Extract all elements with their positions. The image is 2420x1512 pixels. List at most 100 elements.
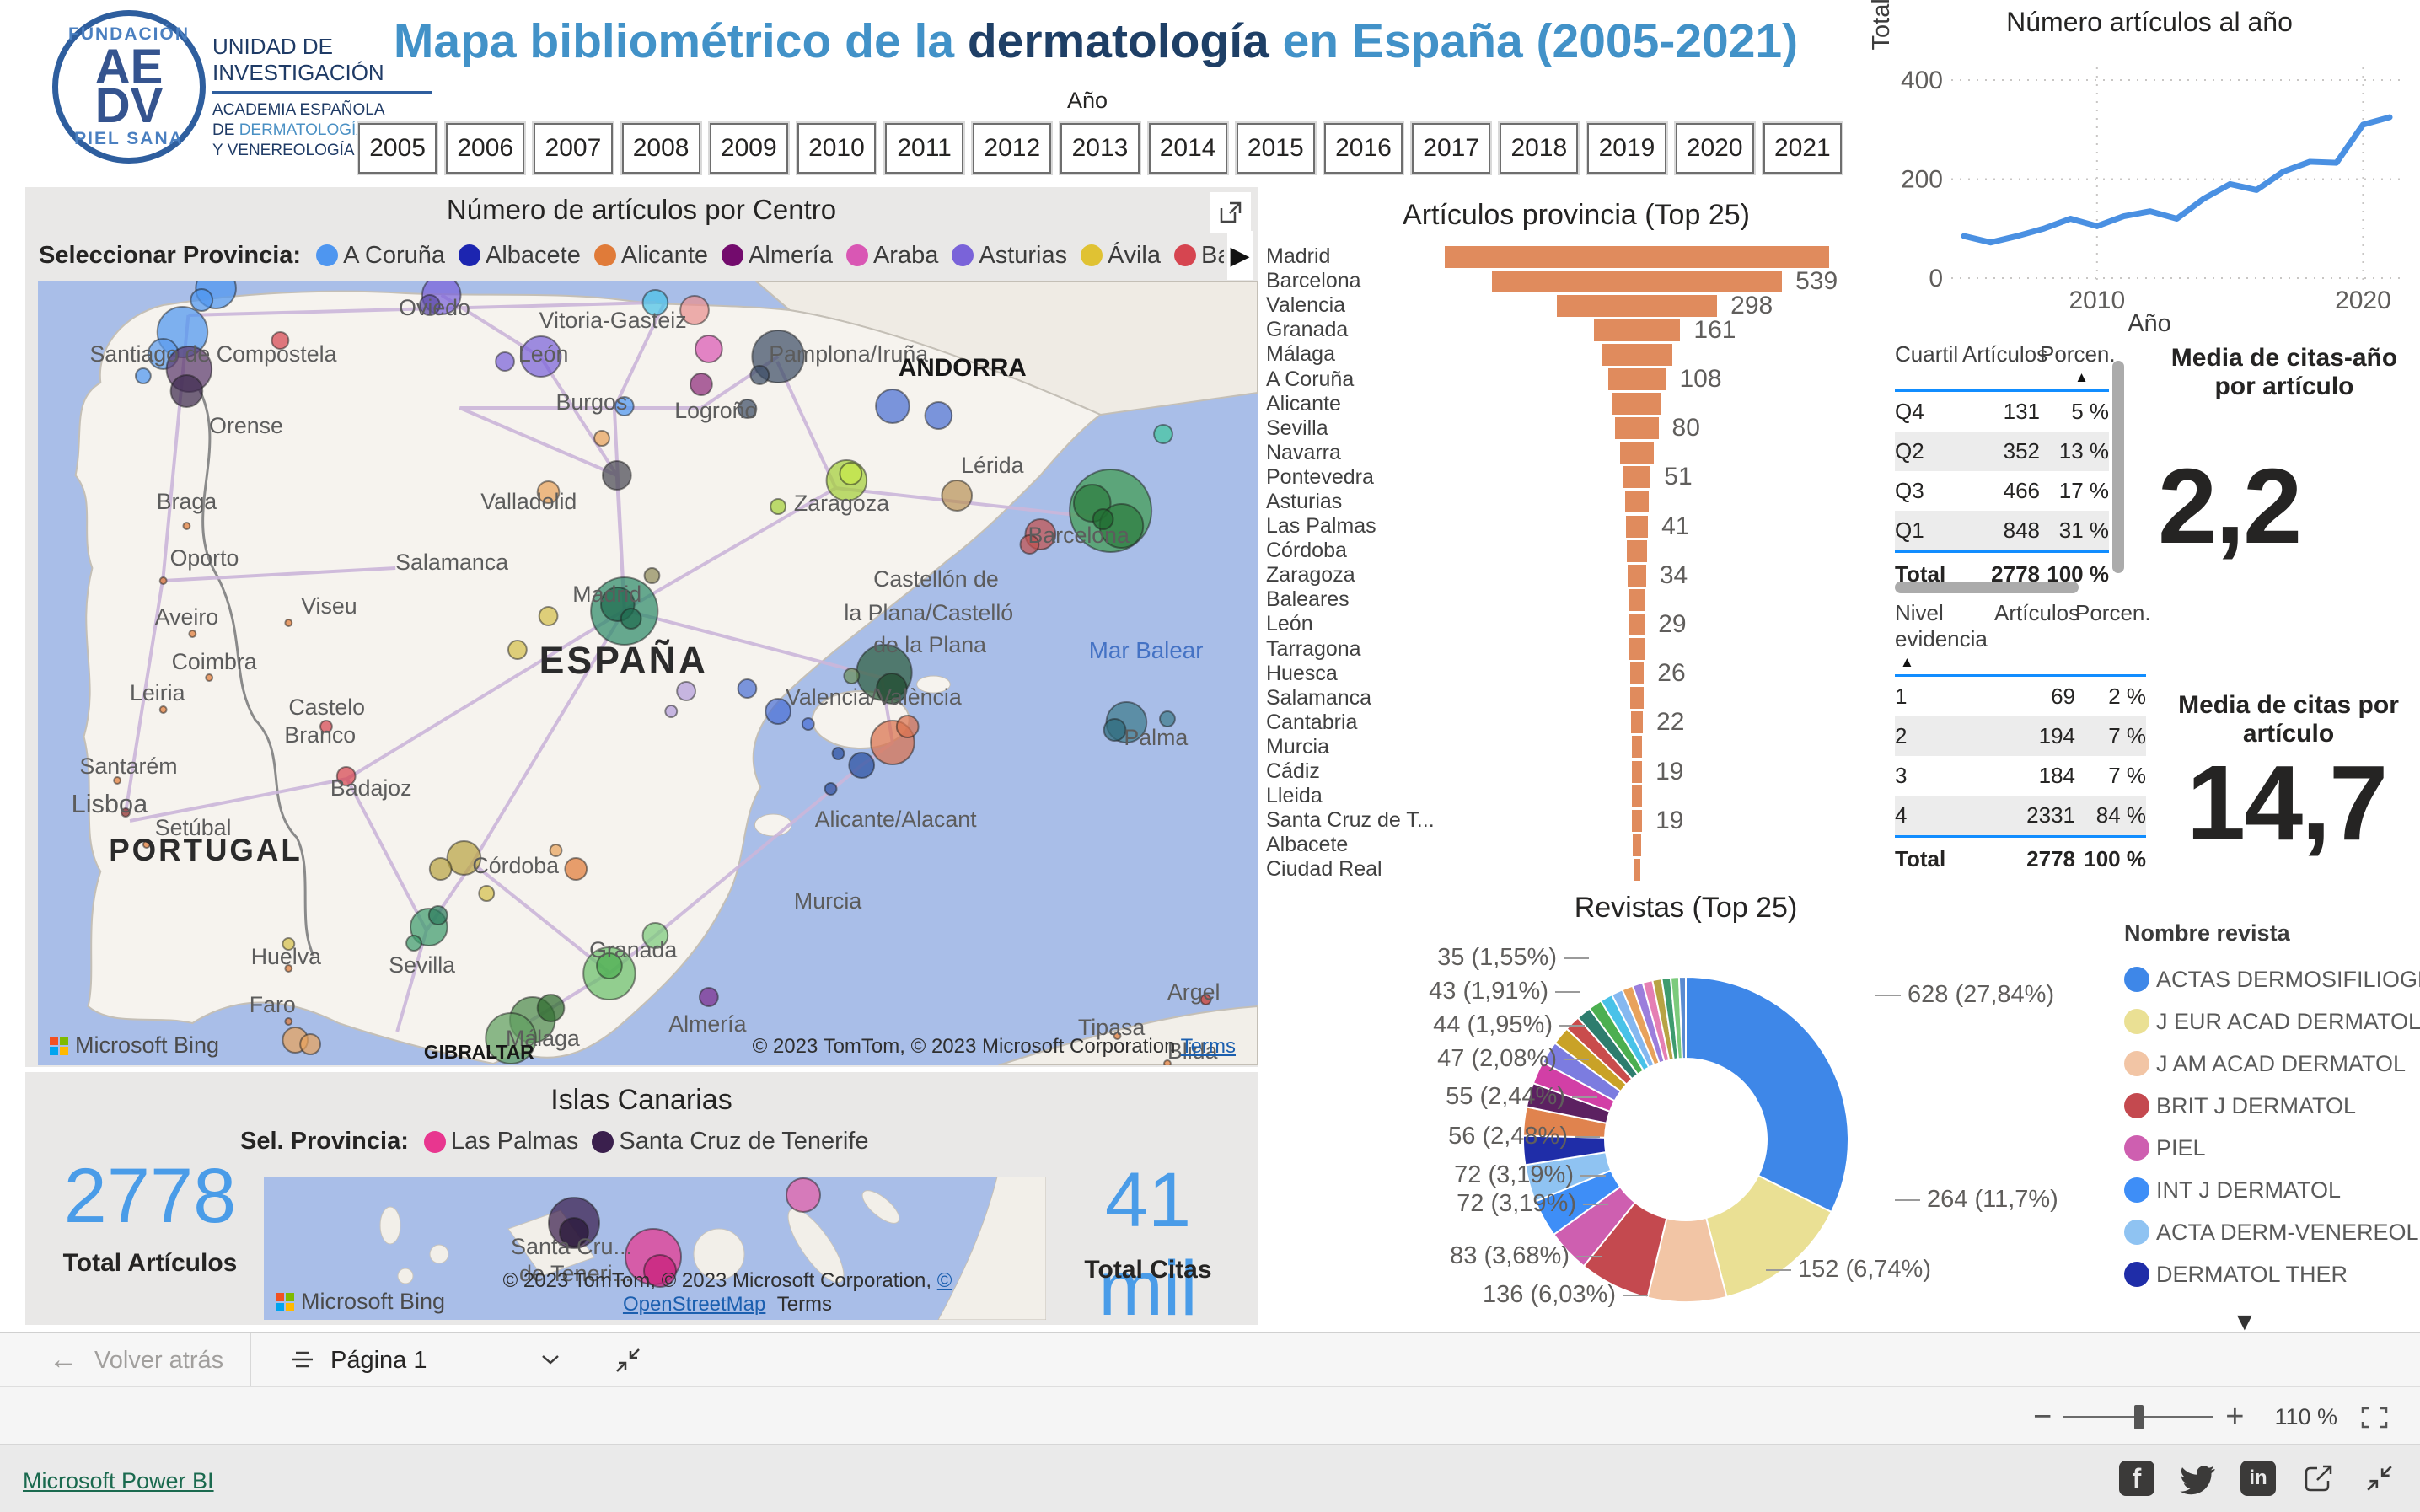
map-bubble[interactable] <box>786 1178 820 1212</box>
province-filter-badajoz[interactable]: Badajoz <box>1174 242 1224 270</box>
map-bubble[interactable] <box>738 679 757 698</box>
zoom-slider[interactable] <box>2063 1416 2213 1418</box>
powerbi-link[interactable]: Microsoft Power BI <box>23 1468 214 1494</box>
funnel-bar[interactable] <box>1630 662 1645 684</box>
map-bubble[interactable] <box>849 753 874 778</box>
slicer-scroll-right-icon[interactable]: ▶ <box>1227 231 1253 280</box>
zoom-slider-thumb[interactable] <box>2134 1405 2144 1429</box>
funnel-bar[interactable] <box>1615 417 1658 439</box>
table-row[interactable]: Q235213 % <box>1895 432 2109 471</box>
legend-item-brit-j-dermatol[interactable]: BRIT J DERMATOL <box>2124 1085 2419 1127</box>
evidence-table-header[interactable]: Nivel evidenciaArtículosPorcen. ▲ <box>1895 600 2146 677</box>
map-bubble[interactable] <box>508 641 527 659</box>
fit-to-page-icon[interactable] <box>2359 1405 2390 1430</box>
table-row[interactable]: 31847 % <box>1895 756 2146 796</box>
map-bubble[interactable] <box>206 674 212 681</box>
funnel-bar[interactable] <box>1629 614 1645 635</box>
back-button[interactable]: Volver atrás <box>94 1347 223 1375</box>
funnel-bar[interactable] <box>1612 393 1662 415</box>
funnel-bar[interactable] <box>1626 516 1648 538</box>
map-bubble[interactable] <box>171 375 203 407</box>
map-bubble[interactable] <box>621 609 641 629</box>
map-bubble[interactable] <box>876 389 910 423</box>
page-selector[interactable]: Página 1 <box>330 1347 427 1375</box>
map-bubble[interactable] <box>1104 719 1126 741</box>
map-bubble[interactable] <box>479 886 494 901</box>
year-button-2008[interactable]: 2008 <box>622 123 700 174</box>
map-bubble[interactable] <box>429 906 448 925</box>
year-button-2020[interactable]: 2020 <box>1676 123 1754 174</box>
legend-item-piel[interactable]: PIEL <box>2124 1127 2419 1169</box>
back-arrow-icon[interactable]: ← <box>49 1343 78 1376</box>
map-bubble[interactable] <box>496 352 514 371</box>
map-bubble[interactable] <box>538 995 565 1021</box>
zoom-in-button[interactable]: + <box>2213 1399 2256 1435</box>
funnel-bar[interactable] <box>1602 344 1671 366</box>
province-filter-las-palmas[interactable]: Las Palmas <box>424 1128 579 1155</box>
funnel-bar[interactable] <box>1632 736 1643 758</box>
terms-link[interactable]: Terms <box>1181 1035 1236 1058</box>
year-button-2012[interactable]: 2012 <box>973 123 1051 174</box>
bing-logo[interactable]: Microsoft Bing <box>50 1032 219 1059</box>
table-row[interactable]: 4233184 % <box>1895 796 2146 835</box>
quart-table-vscrollbar[interactable] <box>2112 361 2124 573</box>
province-filter-santa-cruz-de-tenerife[interactable]: Santa Cruz de Tenerife <box>592 1128 868 1155</box>
funnel-bar[interactable] <box>1630 687 1643 709</box>
spain-map[interactable]: Santiago de CompostelaOviedoVitoria-Gast… <box>38 281 1258 1065</box>
funnel-bar[interactable] <box>1594 319 1681 341</box>
table-row[interactable]: Q346617 % <box>1895 471 2109 511</box>
map-bubble[interactable] <box>160 706 167 713</box>
map-bubble[interactable] <box>942 480 972 511</box>
funnel-bar[interactable] <box>1632 785 1642 807</box>
funnel-bar[interactable] <box>1628 565 1646 587</box>
funnel-bar[interactable] <box>1634 859 1640 881</box>
legend-item-int-j-dermatol[interactable]: INT J DERMATOL <box>2124 1169 2419 1211</box>
zoom-out-button[interactable]: − <box>2021 1399 2063 1435</box>
facebook-icon[interactable]: f <box>2118 1460 2155 1497</box>
legend-item-dermatol-ther[interactable]: DERMATOL THER <box>2124 1253 2419 1295</box>
chevron-down-icon[interactable] <box>539 1352 561 1371</box>
map-bubble[interactable] <box>802 718 814 730</box>
year-button-2006[interactable]: 2006 <box>446 123 524 174</box>
map-bubble[interactable] <box>690 373 712 395</box>
map-bubble[interactable] <box>594 431 609 446</box>
map-bubble[interactable] <box>539 607 558 625</box>
map-bubble[interactable] <box>926 402 952 429</box>
legend-item-j-eur-acad-dermatol[interactable]: J EUR ACAD DERMATOL <box>2124 1000 2419 1043</box>
map-bubble[interactable] <box>833 748 845 759</box>
map-bubble[interactable] <box>285 619 292 626</box>
map-bubble[interactable] <box>430 858 452 880</box>
province-filter-alicante[interactable]: Alicante <box>594 242 708 270</box>
funnel-bar[interactable] <box>1445 246 1829 268</box>
legend-item-j-am-acad-dermatol[interactable]: J AM ACAD DERMATOL <box>2124 1043 2419 1085</box>
province-filter-albacete[interactable]: Albacete <box>459 242 581 270</box>
table-row[interactable]: Q41315 % <box>1895 392 2109 432</box>
funnel-bar[interactable] <box>1629 589 1645 611</box>
year-button-2010[interactable]: 2010 <box>797 123 876 174</box>
funnel-bar[interactable] <box>1627 540 1647 562</box>
year-button-2016[interactable]: 2016 <box>1324 123 1403 174</box>
map-bubble[interactable] <box>677 682 695 700</box>
funnel-bar[interactable] <box>1623 466 1651 488</box>
map-bubble[interactable] <box>603 461 631 490</box>
funnel-bar[interactable] <box>1608 368 1666 390</box>
funnel-bar[interactable] <box>1633 834 1641 856</box>
year-button-2015[interactable]: 2015 <box>1237 123 1315 174</box>
province-filter-a-coruña[interactable]: A Coruña <box>316 242 445 270</box>
collapse-icon[interactable] <box>614 1346 642 1379</box>
year-button-2019[interactable]: 2019 <box>1587 123 1666 174</box>
year-button-2013[interactable]: 2013 <box>1060 123 1139 174</box>
province-filter-ávila[interactable]: Ávila <box>1081 242 1161 270</box>
map-bubble[interactable] <box>300 1034 320 1054</box>
twitter-icon[interactable] <box>2179 1460 2216 1497</box>
map-bubble[interactable] <box>190 289 212 311</box>
legend-item-actas-dermosifiliogr[interactable]: ACTAS DERMOSIFILIOGR <box>2124 958 2419 1000</box>
map-bubble[interactable] <box>700 988 718 1006</box>
map-bubble[interactable] <box>285 1018 292 1025</box>
map-bubble[interactable] <box>897 716 919 737</box>
funnel-bar[interactable] <box>1632 761 1642 783</box>
map-bubble[interactable] <box>695 335 722 362</box>
terms-link[interactable]: Terms <box>777 1293 832 1316</box>
canarias-map[interactable]: Santa Cru...de Teneri... Microsoft Bing … <box>264 1177 1046 1320</box>
donut-slice-actas-dermosifiliogr[interactable] <box>1686 977 1849 1212</box>
